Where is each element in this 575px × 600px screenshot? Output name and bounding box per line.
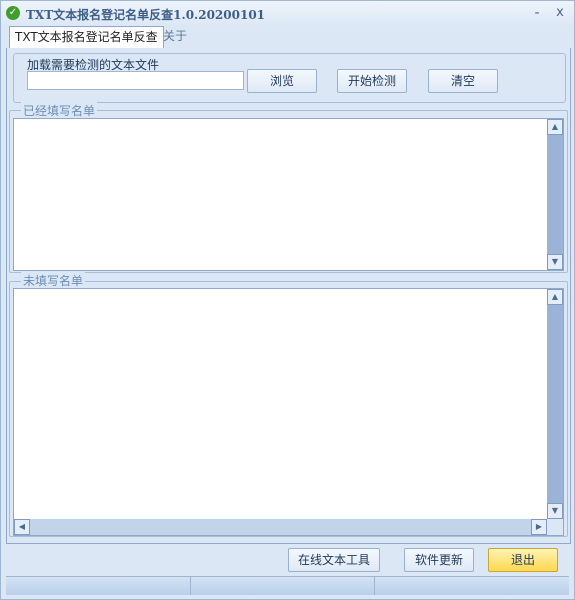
tab-about[interactable]: 关于 xyxy=(158,26,192,47)
clear-button[interactable]: 清空 xyxy=(428,69,498,93)
filled-list-label: 已经填写名单 xyxy=(21,102,98,119)
left-arrow-icon[interactable]: ◀ xyxy=(14,519,30,535)
filled-list-textarea[interactable]: ▲ ▼ xyxy=(13,118,564,271)
tab-name-check[interactable]: TXT文本报名登记名单反查 xyxy=(9,26,164,48)
unfilled-vertical-scrollbar[interactable]: ▲ ▼ xyxy=(547,289,563,519)
window-title: TXT文本报名登记名单反查1.0.20200101 xyxy=(26,8,266,22)
unfilled-list-textarea[interactable]: ▲ ▼ ◀ ▶ xyxy=(13,288,564,536)
unfilled-horizontal-scrollbar[interactable]: ◀ ▶ xyxy=(14,519,547,535)
tab-strip: TXT文本报名登记名单反查 关于 xyxy=(6,26,569,49)
exit-button[interactable]: 退出 xyxy=(488,548,558,572)
close-button[interactable]: x xyxy=(551,4,569,22)
start-check-button[interactable]: 开始检测 xyxy=(337,69,407,93)
filled-vertical-scrollbar[interactable]: ▲ ▼ xyxy=(547,119,563,270)
online-text-tools-button[interactable]: 在线文本工具 xyxy=(288,548,380,572)
status-segment xyxy=(6,577,191,595)
unfilled-list-label: 未填写名单 xyxy=(21,272,86,289)
check-circle-icon: ✓ xyxy=(6,6,20,20)
down-arrow-icon[interactable]: ▼ xyxy=(547,503,563,519)
scrollbar-corner xyxy=(547,519,563,535)
down-arrow-icon[interactable]: ▼ xyxy=(547,254,563,270)
browse-button[interactable]: 浏览 xyxy=(247,69,317,93)
app-window: ✓ TXT文本报名登记名单反查1.0.20200101 - x TXT文本报名登… xyxy=(0,0,575,600)
right-arrow-icon[interactable]: ▶ xyxy=(531,519,547,535)
software-update-button[interactable]: 软件更新 xyxy=(404,548,474,572)
file-path-input[interactable] xyxy=(27,71,244,90)
minimize-button[interactable]: - xyxy=(528,4,546,22)
up-arrow-icon[interactable]: ▲ xyxy=(547,289,563,305)
title-bar[interactable]: ✓ TXT文本报名登记名单反查1.0.20200101 - x xyxy=(1,1,574,25)
status-segment xyxy=(190,577,375,595)
up-arrow-icon[interactable]: ▲ xyxy=(547,119,563,135)
status-bar xyxy=(6,576,569,595)
